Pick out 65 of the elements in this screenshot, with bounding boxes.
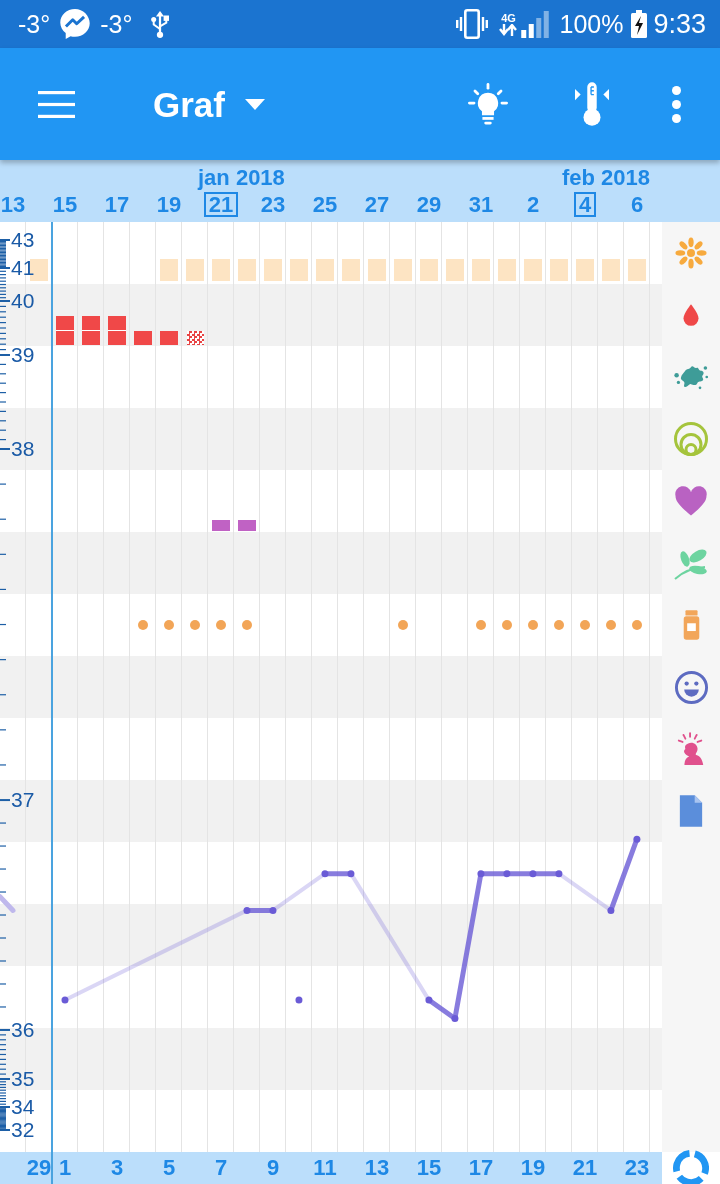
flower-icon (675, 237, 707, 269)
temperature-text: -3° (18, 11, 51, 37)
lightbulb-icon (468, 83, 508, 125)
axis-label: 41 (11, 257, 35, 278)
cycle-day-label: 11 (313, 1157, 337, 1179)
temperature-text: -3° (100, 11, 133, 37)
data-arrows-icon (498, 23, 519, 36)
cycle-day-label: 15 (416, 1157, 442, 1179)
clock-text: 9:33 (653, 10, 706, 38)
date-label: 4 (573, 192, 597, 217)
date-label: 13 (0, 192, 27, 217)
cycle-day-label: 17 (468, 1157, 494, 1179)
thermometer-icon (575, 82, 609, 126)
battery-percent-text: 100% (559, 11, 624, 37)
segmented-ring-icon[interactable] (673, 1150, 709, 1184)
heart-icon (674, 485, 708, 517)
cycle-day-label: 21 (572, 1157, 598, 1179)
more-icon (671, 85, 681, 123)
cycle-day-label: 9 (266, 1157, 280, 1179)
date-label: 19 (155, 192, 183, 217)
cycle-day-label: 23 (624, 1157, 650, 1179)
cycle-day-label: 29 (26, 1157, 52, 1179)
cycle-day-label: 5 (162, 1157, 176, 1179)
caret-icon (244, 98, 265, 110)
date-label: 17 (103, 192, 131, 217)
battery-charging-icon (631, 10, 648, 38)
menu-icon (37, 90, 75, 118)
cycle-day-label: 1 (58, 1157, 72, 1179)
rings-icon (673, 421, 709, 457)
cycle-day-label: 3 (110, 1157, 124, 1179)
signal-icon (521, 10, 550, 38)
axis-label: 36 (11, 1018, 35, 1040)
cycle-day-label: 13 (364, 1157, 390, 1179)
network-type-text: 4G (501, 12, 516, 24)
date-label: 21 (203, 192, 239, 217)
axis-label: 32 (11, 1119, 35, 1140)
axis-label: 35 (11, 1068, 35, 1089)
axis-label: 37 (11, 789, 35, 811)
date-label: 29 (415, 192, 443, 217)
axis-label: 40 (11, 290, 35, 311)
axis-label: 39 (11, 344, 35, 365)
axis-label: 34 (11, 1096, 35, 1117)
cycle-day-label: 19 (520, 1157, 546, 1179)
date-label: 2 (525, 192, 541, 217)
usb-icon (150, 10, 171, 38)
cycle-day-label: 7 (214, 1157, 228, 1179)
axis-label: 43 (11, 229, 35, 250)
vibrate-icon (456, 9, 489, 39)
person-icon (676, 732, 706, 766)
drop-icon (681, 303, 701, 327)
month-label: feb 2018 (562, 167, 651, 189)
chat-bubble-icon (60, 9, 91, 39)
month-label: jan 2018 (198, 167, 285, 189)
splash-icon (673, 363, 709, 391)
view-dropdown[interactable]: Graf (153, 86, 265, 122)
date-label: 6 (629, 192, 645, 217)
bottle-icon (681, 610, 701, 640)
date-label: 25 (311, 192, 339, 217)
axis-label: 38 (11, 438, 35, 459)
smiley-icon (673, 669, 709, 705)
date-label: 31 (467, 192, 495, 217)
date-label: 15 (51, 192, 79, 217)
date-label: 27 (363, 192, 391, 217)
page-icon (678, 795, 704, 827)
date-label: 23 (259, 192, 287, 217)
